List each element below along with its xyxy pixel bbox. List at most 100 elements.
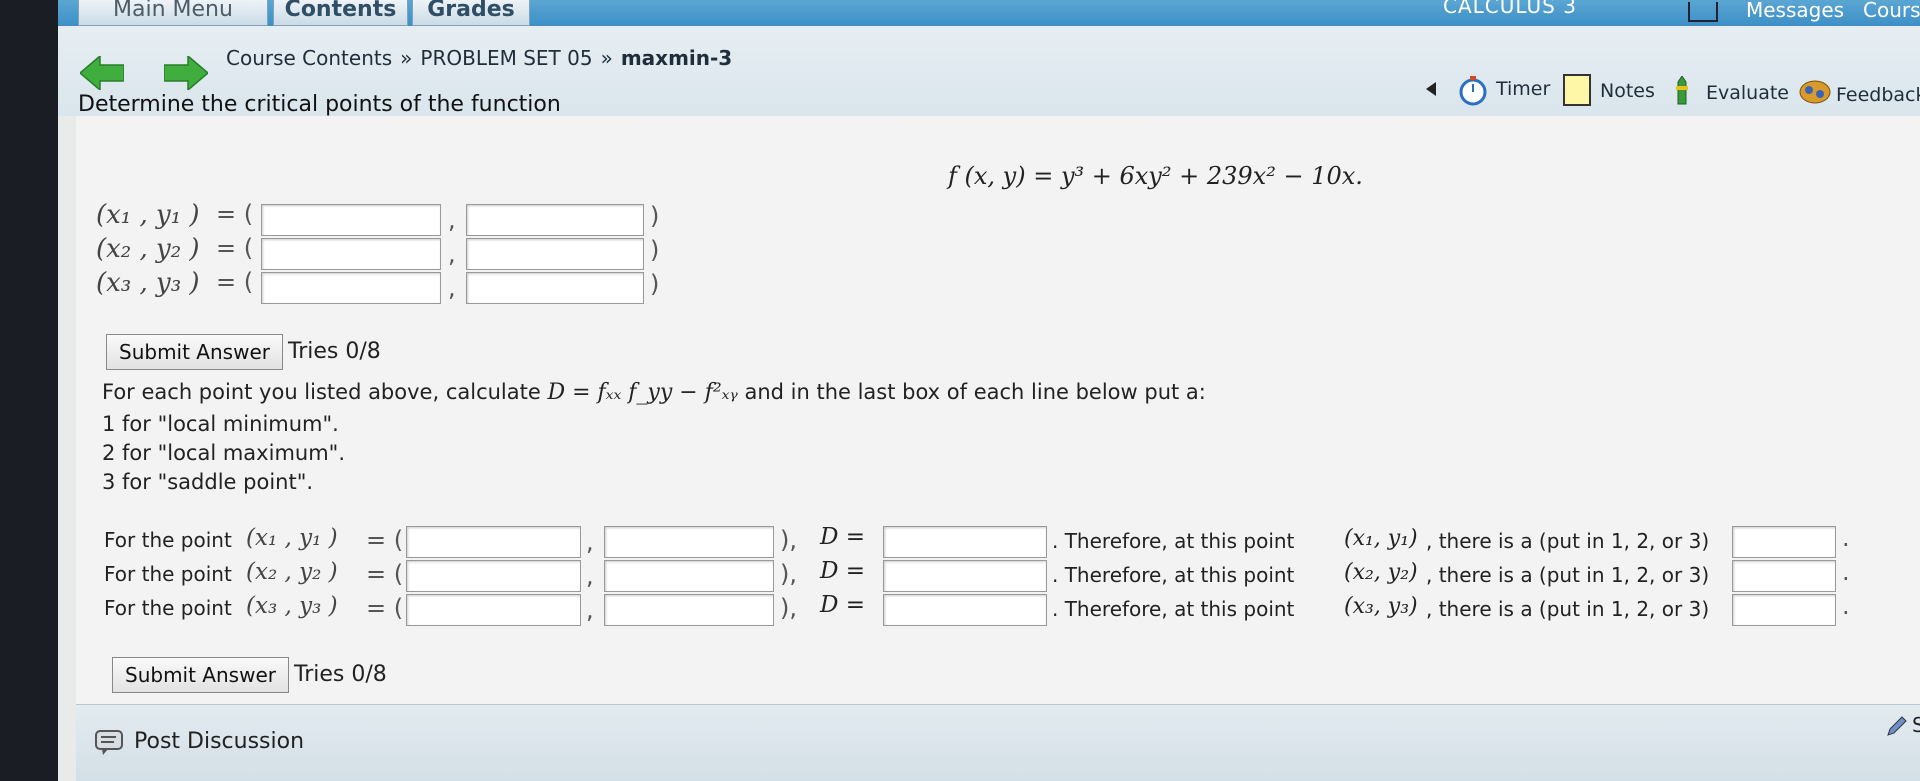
row1-d-input[interactable] xyxy=(883,526,1047,558)
row2-classification-input[interactable] xyxy=(1732,560,1836,592)
equals-paren: = ( xyxy=(366,560,404,588)
x1-input[interactable] xyxy=(261,204,441,236)
point-label-2: (x₂ , y₂ ) xyxy=(96,234,200,264)
part2-instructions: For each point you listed above, calcula… xyxy=(102,380,1206,405)
row-point-label: (x₁ , y₁ ) xyxy=(246,525,338,551)
timer-icon[interactable] xyxy=(1458,76,1488,106)
d-label: D = xyxy=(820,558,866,584)
point-label-1: (x₁ , y₁ ) xyxy=(96,200,200,230)
row-point-label: (x₂ , y₂ ) xyxy=(246,559,338,585)
forward-arrow-icon[interactable] xyxy=(164,56,208,90)
messages-link[interactable]: Messages xyxy=(1746,0,1844,22)
course-code: CALCULUS 3 xyxy=(1443,0,1577,18)
breadcrumb-separator: » xyxy=(600,46,613,70)
row-point-label: (x₃ , y₃ ) xyxy=(246,593,338,619)
comma: , xyxy=(586,562,594,590)
collapse-left-icon[interactable] xyxy=(1424,82,1438,96)
option-local-maximum: 2 for "local maximum". xyxy=(102,441,345,465)
evaluate-icon[interactable] xyxy=(1672,76,1692,106)
comma: , xyxy=(586,596,594,624)
notes-link[interactable]: Notes xyxy=(1600,80,1655,102)
send-cut-label[interactable]: S xyxy=(1912,713,1920,737)
row-therefore: . Therefore, at this point xyxy=(1052,529,1295,553)
feedback-link[interactable]: Feedback xyxy=(1836,84,1920,106)
part2-intro-pre: For each point you listed above, calcula… xyxy=(102,380,541,404)
d-label: D = xyxy=(820,524,866,550)
x3-input[interactable] xyxy=(261,272,441,304)
tab-grades[interactable]: Grades xyxy=(412,0,530,26)
y1-input[interactable] xyxy=(466,204,644,236)
browser-content: Main Menu Contents Grades CALCULUS 3 Mes… xyxy=(58,0,1920,781)
period: . xyxy=(1842,524,1850,552)
close-paren-comma: ), xyxy=(780,594,797,622)
comma: , xyxy=(448,274,456,302)
row-tail: , there is a (put in 1, 2, or 3) xyxy=(1426,529,1710,553)
d-label: D = xyxy=(820,592,866,618)
breadcrumb-problem-set[interactable]: PROBLEM SET 05 xyxy=(420,46,592,70)
row1-x-input[interactable] xyxy=(406,526,581,558)
messages-icon[interactable] xyxy=(1688,2,1718,22)
close-paren-comma: ), xyxy=(780,526,797,554)
y2-input[interactable] xyxy=(466,238,644,270)
row-prefix: For the point xyxy=(104,562,232,586)
row-therefore: . Therefore, at this point xyxy=(1052,563,1295,587)
equals-paren: = ( xyxy=(216,268,254,296)
navigation-bar: Course Contents» PROBLEM SET 05» maxmin-3 … xyxy=(58,26,1920,117)
option-local-minimum: 1 for "local minimum". xyxy=(102,412,339,436)
feedback-icon[interactable] xyxy=(1798,76,1832,106)
point-label-3: (x₃ , y₃ ) xyxy=(96,268,200,298)
edit-icon[interactable] xyxy=(1884,713,1910,739)
option-saddle-point: 3 for "saddle point". xyxy=(102,470,314,494)
row3-x-input[interactable] xyxy=(406,594,581,626)
post-discussion-bar[interactable]: Post Discussion S xyxy=(76,704,1920,781)
x2-input[interactable] xyxy=(261,238,441,270)
d-formula: D = fₓₓ f_yy − f²ₓᵧ xyxy=(547,380,738,405)
part2-intro-post: and in the last box of each line below p… xyxy=(744,380,1206,404)
back-arrow-icon[interactable] xyxy=(80,56,124,90)
row-prefix: For the point xyxy=(104,596,232,620)
row-point-ref: (x₁, y₁) xyxy=(1344,526,1418,551)
comma: , xyxy=(448,206,456,234)
row-tail: , there is a (put in 1, 2, or 3) xyxy=(1426,597,1710,621)
breadcrumb-course-contents[interactable]: Course Contents xyxy=(226,46,392,70)
row2-x-input[interactable] xyxy=(406,560,581,592)
row1-classification-input[interactable] xyxy=(1732,526,1836,558)
row-therefore: . Therefore, at this point xyxy=(1052,597,1295,621)
problem-content: f (x, y) = y³ + 6xy² + 239x² − 10x. (x₁ … xyxy=(76,116,1920,781)
discussion-icon[interactable] xyxy=(94,729,126,757)
evaluate-link[interactable]: Evaluate xyxy=(1706,82,1789,104)
timer-link[interactable]: Timer xyxy=(1496,78,1550,100)
equals-paren: = ( xyxy=(366,594,404,622)
post-discussion-label[interactable]: Post Discussion xyxy=(134,729,304,754)
row-prefix: For the point xyxy=(104,528,232,552)
equals-paren: = ( xyxy=(216,234,254,262)
tries-counter: Tries 0/8 xyxy=(288,339,381,364)
row2-d-input[interactable] xyxy=(883,560,1047,592)
breadcrumb-separator: » xyxy=(400,46,413,70)
tab-main-menu[interactable]: Main Menu xyxy=(78,0,268,26)
row1-y-input[interactable] xyxy=(604,526,774,558)
row2-y-input[interactable] xyxy=(604,560,774,592)
row-tail: , there is a (put in 1, 2, or 3) xyxy=(1426,563,1710,587)
close-paren: ) xyxy=(650,202,660,230)
period: . xyxy=(1842,592,1850,620)
row3-d-input[interactable] xyxy=(883,594,1047,626)
y3-input[interactable] xyxy=(466,272,644,304)
comma: , xyxy=(586,528,594,556)
equals-paren: = ( xyxy=(366,526,404,554)
submit-answer-button-2[interactable]: Submit Answer xyxy=(112,657,289,693)
breadcrumb: Course Contents » PROBLEM SET 05 » maxmin-3 xyxy=(226,46,732,70)
breadcrumb-current: maxmin-3 xyxy=(620,46,733,70)
tab-contents[interactable]: Contents xyxy=(273,0,408,26)
notes-icon[interactable] xyxy=(1563,74,1591,106)
row-point-ref: (x₃, y₃) xyxy=(1344,594,1418,619)
submit-answer-button[interactable]: Submit Answer xyxy=(106,334,283,370)
row3-y-input[interactable] xyxy=(604,594,774,626)
close-paren: ) xyxy=(650,236,660,264)
close-paren: ) xyxy=(650,270,660,298)
equals-paren: = ( xyxy=(216,200,254,228)
comma: , xyxy=(448,240,456,268)
courses-link[interactable]: Cours xyxy=(1863,0,1920,22)
function-formula: f (x, y) = y³ + 6xy² + 239x² − 10x. xyxy=(948,162,1363,190)
row3-classification-input[interactable] xyxy=(1732,594,1836,626)
